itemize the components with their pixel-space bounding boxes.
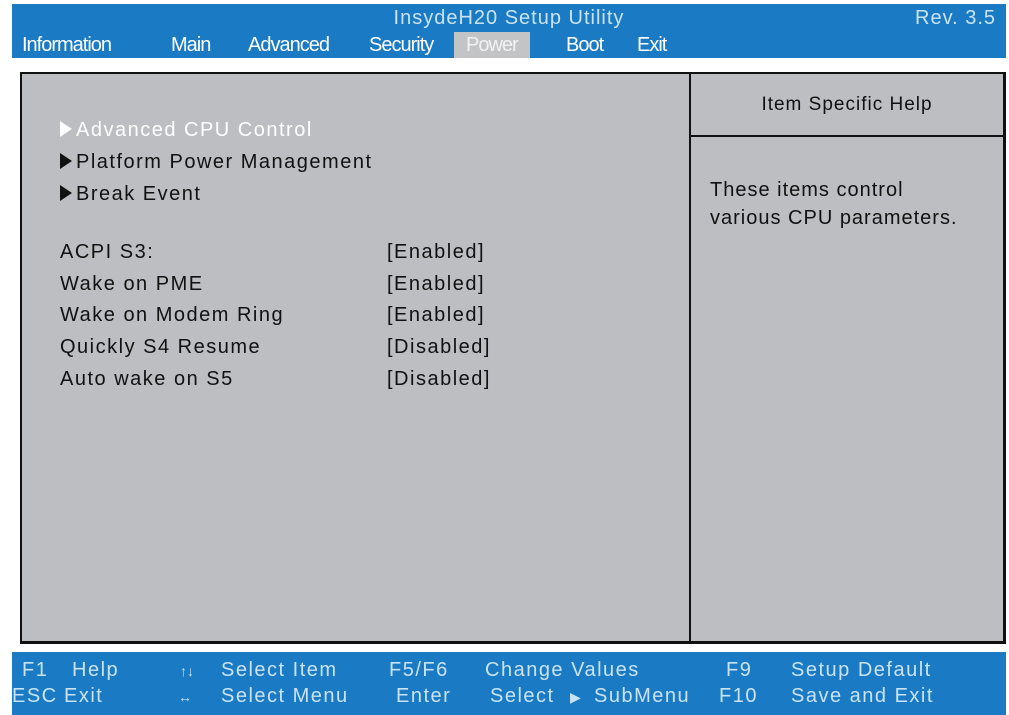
setting-auto-wake-on-s5-value[interactable]: [Disabled] [387,368,491,391]
tab-boot[interactable]: Boot [566,32,604,58]
f9-key: F9 [726,659,753,681]
f10-key: F10 [719,685,758,707]
enter-label-post: SubMenu [594,685,691,707]
help-text: These items control various CPU paramete… [710,176,958,232]
tab-power[interactable]: Power [454,32,530,58]
tab-main[interactable]: Main [171,32,211,58]
save-and-exit-label: Save and Exit [791,685,934,707]
setting-wake-on-modem-ring-value[interactable]: [Enabled] [387,304,485,327]
content-window: Advanced CPU Control Platform Power Mana… [12,58,1006,652]
f1-label: Help [72,659,120,681]
menu-bar: Information Main Advanced Security Power… [12,32,1006,58]
submenu-arrow-icon [60,121,72,137]
tab-information[interactable]: Information [22,32,112,58]
setup-default-label: Setup Default [791,659,932,681]
submenu-arrow-icon: ▶ [570,689,581,705]
change-values-label: Change Values [485,659,640,681]
submenu-label: Break Event [76,183,202,205]
setting-quickly-s4-resume-label: Quickly S4 Resume [60,336,262,358]
tab-security[interactable]: Security [369,32,434,58]
setting-wake-on-pme-value[interactable]: [Enabled] [387,273,485,296]
setting-wake-on-pme-label: Wake on PME [60,273,204,295]
tab-advanced[interactable]: Advanced [248,32,330,58]
esc-key: ESC [12,685,58,707]
f1-key: F1 [22,659,49,681]
f5-f6-key: F5/F6 [389,659,449,681]
setting-acpi-s3-label: ACPI S3: [60,241,155,263]
select-item-label: Select Item [221,659,338,681]
title-bar: InsydeH20 Setup Utility Rev. 3.5 [12,4,1006,32]
setting-wake-on-modem-ring-label: Wake on Modem Ring [60,304,285,326]
submenu-label: Platform Power Management [76,151,373,173]
enter-label-pre: Select [490,685,555,707]
tab-exit[interactable]: Exit [637,32,667,58]
help-divider-vertical [689,74,691,641]
setting-quickly-s4-resume-value[interactable]: [Disabled] [387,336,491,359]
submenu-arrow-icon [60,185,72,201]
submenu-advanced-cpu-control[interactable]: Advanced CPU Control [60,119,313,142]
submenu-break-event[interactable]: Break Event [60,183,201,206]
enter-key: Enter [396,685,452,707]
esc-label: Exit [64,685,104,707]
setting-acpi-s3-value[interactable]: [Enabled] [387,241,485,264]
up-down-arrows-icon: ↑↓ [180,663,194,679]
help-divider-horizontal [691,135,1003,137]
submenu-label: Advanced CPU Control [76,119,313,141]
select-menu-label: Select Menu [221,685,349,707]
key-legend: F1 Help ESC Exit ↑↓ Select Item ↔ Select… [12,652,1006,715]
help-title: Item Specific Help [761,94,933,115]
app-title: InsydeH20 Setup Utility [393,7,625,29]
submenu-platform-power-management[interactable]: Platform Power Management [60,151,373,174]
submenu-arrow-icon [60,153,72,169]
left-right-arrow-icon: ↔ [178,689,192,705]
power-panel: Advanced CPU Control Platform Power Mana… [20,72,1006,644]
setting-auto-wake-on-s5-label: Auto wake on S5 [60,368,234,390]
help-line: These items control [710,179,904,201]
revision-label: Rev. 3.5 [915,7,996,29]
help-line: various CPU parameters. [710,207,958,229]
